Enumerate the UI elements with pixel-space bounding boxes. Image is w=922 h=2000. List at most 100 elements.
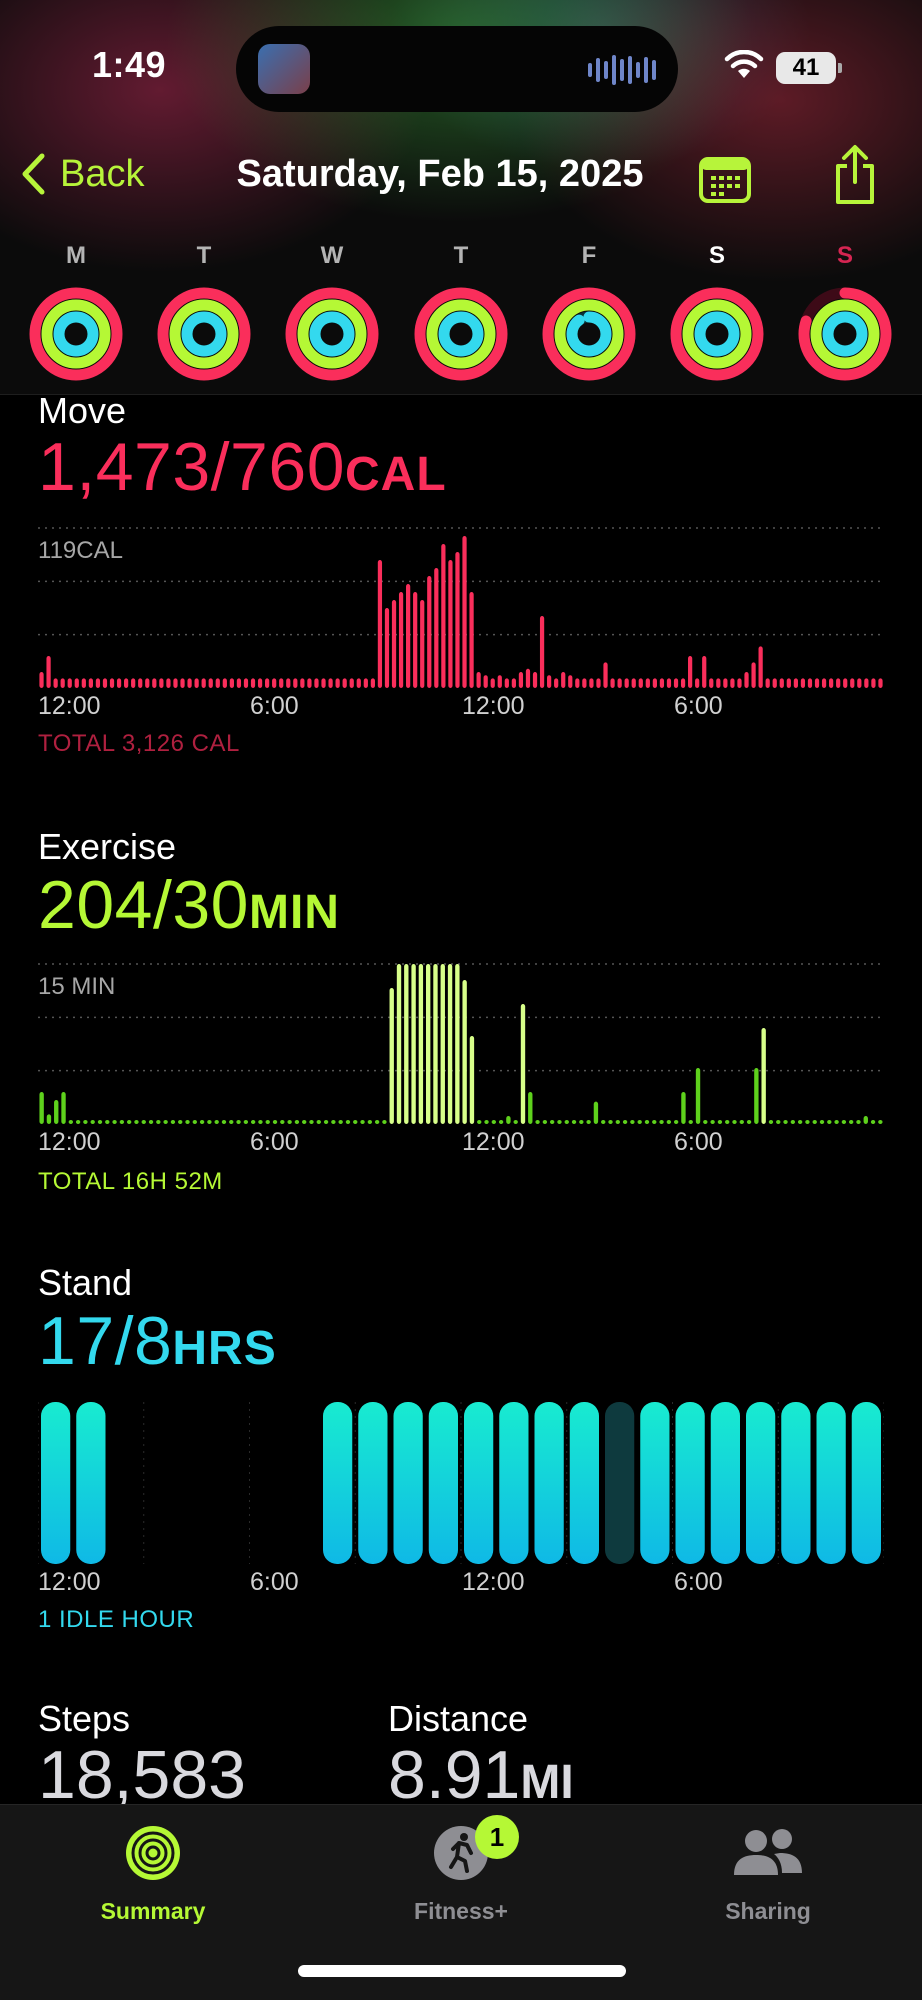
day-label[interactable]: S xyxy=(820,240,870,278)
move-value: 1,473/760CAL xyxy=(38,429,447,505)
chart-bar xyxy=(652,678,657,688)
chart-bar xyxy=(265,678,270,688)
chart-bar xyxy=(280,1120,285,1124)
stand-idle-bar xyxy=(605,1402,635,1564)
move-title: Move xyxy=(38,390,127,431)
chart-bar xyxy=(768,1120,774,1124)
chart-bar xyxy=(382,1120,387,1124)
chart-bar xyxy=(440,964,445,1124)
chart-bar xyxy=(857,678,862,688)
chart-bar xyxy=(637,1120,642,1124)
day-label[interactable]: T xyxy=(179,240,229,278)
chart-x-tick: 12:00 xyxy=(38,1128,101,1156)
chart-bar xyxy=(673,678,679,688)
day-label[interactable]: W xyxy=(307,240,357,278)
day-label-selected[interactable]: S xyxy=(692,233,742,279)
chart-bar xyxy=(208,678,213,688)
chart-bar xyxy=(180,678,185,688)
chart-bar xyxy=(126,1120,132,1124)
chart-bar xyxy=(328,678,333,688)
dynamic-island[interactable] xyxy=(236,26,678,112)
home-indicator[interactable] xyxy=(298,1965,626,1977)
chart-bar xyxy=(148,1120,154,1124)
chart-bar xyxy=(221,1120,227,1124)
chart-bar xyxy=(131,678,136,688)
chart-bar xyxy=(286,678,291,688)
chart-bar xyxy=(644,1120,650,1124)
notification-badge: 1 xyxy=(475,1815,519,1859)
chart-bar xyxy=(302,1120,307,1124)
chart-bar xyxy=(222,678,227,688)
chart-bar xyxy=(404,964,409,1124)
chart-bar xyxy=(520,1004,526,1124)
chart-bar xyxy=(250,678,256,688)
chart-bar xyxy=(681,1092,686,1124)
tab-summary[interactable]: Summary xyxy=(53,1823,253,1925)
chart-bar xyxy=(821,678,827,688)
chart-bar xyxy=(448,560,453,688)
tab-fitness-plus[interactable]: 1 Fitness+ xyxy=(361,1815,561,1925)
chart-x-tick: 12:00 xyxy=(462,1128,525,1156)
chart-x-tick: 12:00 xyxy=(38,1568,101,1596)
calendar-icon[interactable] xyxy=(698,154,752,204)
chart-bar xyxy=(134,1120,139,1124)
chart-bar xyxy=(513,1120,518,1124)
chart-bar xyxy=(710,1120,715,1124)
exercise-chart: 15 MIN 12:00 6:00 12:00 6:00 xyxy=(38,956,884,1156)
chart-bar xyxy=(601,1120,606,1124)
chart-bar xyxy=(173,678,178,688)
chart-x-tick: 12:00 xyxy=(462,1568,525,1596)
chart-bar xyxy=(316,1120,321,1124)
stand-bar xyxy=(393,1402,423,1564)
activity-ring[interactable] xyxy=(541,286,637,382)
activity-ring[interactable] xyxy=(156,286,252,382)
chart-bar xyxy=(360,1120,365,1124)
chart-bar xyxy=(645,678,650,688)
activity-ring[interactable] xyxy=(284,286,380,382)
chart-bar xyxy=(187,678,192,688)
day-label[interactable]: F xyxy=(564,240,614,278)
activity-ring[interactable] xyxy=(28,286,124,382)
chart-bar xyxy=(455,552,460,688)
chart-bar xyxy=(765,678,770,688)
chart-bar xyxy=(321,678,326,688)
chart-bar xyxy=(433,964,438,1124)
tab-sharing[interactable]: Sharing xyxy=(668,1823,868,1925)
distance-title: Distance xyxy=(388,1698,529,1739)
day-label[interactable]: T xyxy=(436,240,486,278)
activity-ring[interactable] xyxy=(797,286,893,382)
stand-bar xyxy=(76,1402,106,1564)
chart-bar xyxy=(119,1120,125,1124)
stand-title: Stand xyxy=(38,1262,133,1303)
activity-ring[interactable] xyxy=(669,286,765,382)
summary-rings-icon xyxy=(126,1826,180,1880)
stand-bar xyxy=(499,1402,529,1564)
share-icon[interactable] xyxy=(830,144,880,206)
chart-bar xyxy=(476,672,481,688)
chart-bar xyxy=(462,536,467,688)
chart-bar xyxy=(441,544,446,688)
chart-bar xyxy=(425,964,431,1124)
stand-bar xyxy=(851,1402,881,1564)
stand-bar xyxy=(569,1402,599,1564)
chart-bar xyxy=(617,678,622,688)
chart-bar xyxy=(46,656,51,688)
day-label[interactable]: M xyxy=(51,240,101,278)
chart-bar xyxy=(850,678,855,688)
status-time: 1:49 xyxy=(92,44,167,85)
now-playing-app-icon xyxy=(258,44,310,94)
chart-bar xyxy=(622,1120,628,1124)
chart-bar xyxy=(342,678,347,688)
chart-bar xyxy=(863,1116,868,1124)
chart-bar xyxy=(688,1120,693,1124)
chart-bar xyxy=(323,1120,329,1124)
chart-bar xyxy=(631,678,636,688)
activity-ring[interactable] xyxy=(413,286,509,382)
chart-bar xyxy=(856,1120,861,1124)
chart-bar xyxy=(659,678,665,688)
chart-bar xyxy=(593,1101,599,1124)
chart-bar xyxy=(498,1120,504,1124)
chart-bar xyxy=(547,675,552,688)
chart-bar xyxy=(53,678,58,688)
tab-sharing-label: Sharing xyxy=(725,1898,811,1924)
